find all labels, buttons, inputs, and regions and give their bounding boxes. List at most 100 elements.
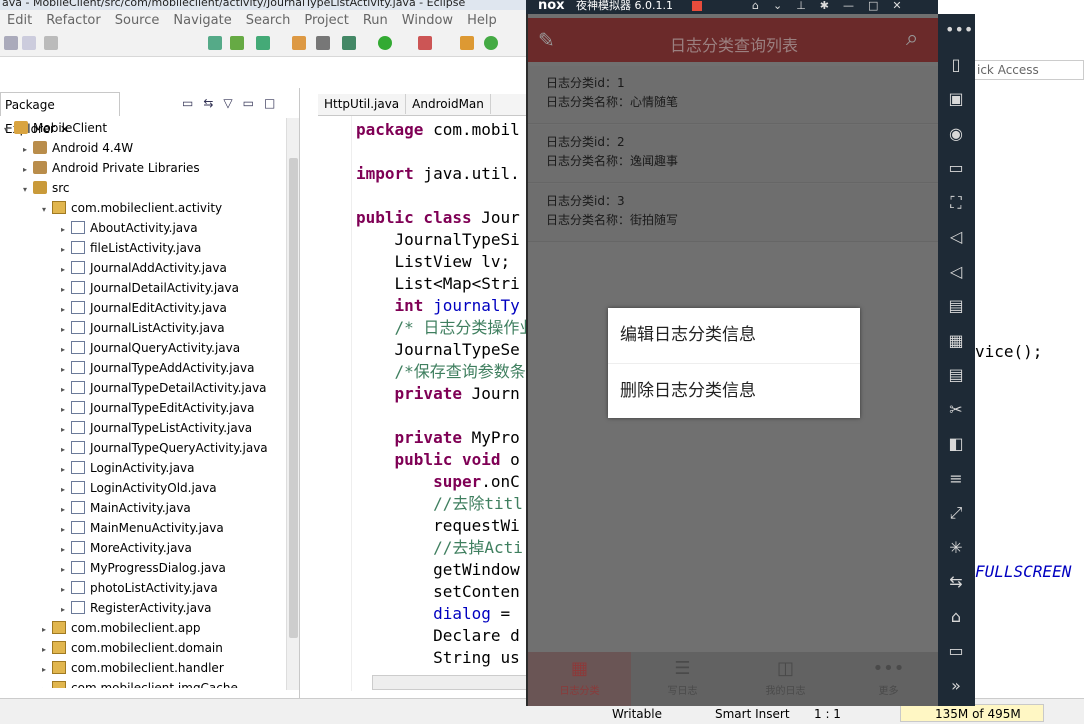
tree-item[interactable]: ▸ RegisterActivity.java <box>0 598 212 618</box>
sidebar-tool-icon[interactable]: ⇆ <box>945 572 967 592</box>
save-all-icon[interactable] <box>22 36 36 50</box>
expand-icon[interactable]: ▸ <box>61 480 71 500</box>
nav-item[interactable]: ◫ 我的日志 <box>734 652 837 706</box>
expand-icon[interactable]: ▸ <box>42 680 52 688</box>
tree-item[interactable]: ▸ fileListActivity.java <box>0 238 201 258</box>
expand-icon[interactable]: ▾ <box>4 120 14 140</box>
tree-item[interactable]: ▸ JournalDetailActivity.java <box>0 278 239 298</box>
sidebar-tool-icon[interactable]: ▤ <box>945 365 967 385</box>
expand-icon[interactable]: ▸ <box>42 640 52 660</box>
tree-item[interactable]: ▸ Android Private Libraries <box>0 158 200 178</box>
nav-item[interactable]: ▦ 日志分类 <box>528 652 631 706</box>
search-icon[interactable]: ⌕ <box>906 26 932 52</box>
external-tools-icon[interactable] <box>418 36 432 50</box>
tree-item[interactable]: ▸ JournalTypeAddActivity.java <box>0 358 254 378</box>
tree-item[interactable]: ▸ com.mobileclient.imgCache <box>0 678 238 688</box>
expand-icon[interactable]: ▾ <box>42 200 52 220</box>
tree-item[interactable]: ▸ JournalTypeEditActivity.java <box>0 398 254 418</box>
nav-item[interactable]: ••• 更多 <box>837 652 938 706</box>
tree-item[interactable]: ▾ src <box>0 178 70 198</box>
tree-item[interactable]: ▸ JournalTypeDetailActivity.java <box>0 378 267 398</box>
tree-item[interactable]: ▸ JournalTypeListActivity.java <box>0 418 252 438</box>
window-controls[interactable]: ⌂⌄⊥✱—□✕ <box>752 0 916 11</box>
nav-item[interactable]: ☰ 写日志 <box>631 652 734 706</box>
menu-edit[interactable]: Edit <box>7 13 32 28</box>
pen-icon[interactable] <box>316 36 330 50</box>
run-icon[interactable] <box>378 36 392 50</box>
sidebar-tool-icon[interactable]: ⤢ <box>945 503 967 523</box>
new-class-icon[interactable] <box>460 36 474 50</box>
tree-item[interactable]: ▸ JournalListActivity.java <box>0 318 225 338</box>
expand-icon[interactable]: ▸ <box>23 160 33 180</box>
android-sdk-icon[interactable] <box>230 36 244 50</box>
sidebar-tool-icon[interactable]: ≡ <box>945 469 967 489</box>
sidebar-tool-icon[interactable]: ◁ <box>945 262 967 282</box>
sidebar-tool-icon[interactable]: ⌂ <box>945 607 967 627</box>
expand-icon[interactable]: ▾ <box>23 180 33 200</box>
check-icon[interactable] <box>256 36 270 50</box>
tree-item[interactable]: ▸ com.mobileclient.app <box>0 618 201 638</box>
sidebar-tool-icon[interactable]: ⛶ <box>945 193 967 213</box>
tree-item[interactable]: ▸ MainMenuActivity.java <box>0 518 224 538</box>
collapse-all-icon[interactable]: ▭ <box>182 96 203 110</box>
close-icon[interactable]: ✕ <box>892 0 915 12</box>
menu-refactor[interactable]: Refactor <box>46 13 101 28</box>
tree-item[interactable]: ▸ JournalEditActivity.java <box>0 298 227 318</box>
wizard-icon[interactable] <box>292 36 306 50</box>
expand-icon[interactable]: ▸ <box>61 580 71 600</box>
sidebar-tool-icon[interactable]: ••• <box>945 20 973 40</box>
delete-type-option[interactable]: 删除日志分类信息 <box>608 363 860 418</box>
tree-item[interactable]: ▸ LoginActivityOld.java <box>0 478 217 498</box>
tree-item[interactable]: ▾ MobileClient <box>0 118 107 138</box>
tree-scrollbar[interactable] <box>286 118 299 690</box>
view-menu-icon[interactable]: ▽ <box>223 96 242 110</box>
link-editor-icon[interactable]: ⇆ <box>203 96 223 110</box>
expand-icon[interactable]: ▸ <box>61 560 71 580</box>
expand-icon[interactable]: ▸ <box>61 260 71 280</box>
debug-icon[interactable] <box>342 36 356 50</box>
expand-icon[interactable]: ▸ <box>61 240 71 260</box>
menu-run[interactable]: Run <box>363 13 388 28</box>
expand-icon[interactable]: ▸ <box>61 520 71 540</box>
list-item[interactable]: 日志分类id：1 日志分类名称：心情随笔 <box>528 66 938 124</box>
expand-icon[interactable]: ▸ <box>61 360 71 380</box>
list-item[interactable]: 日志分类id：3 日志分类名称：街拍随写 <box>528 184 938 242</box>
tree-item[interactable]: ▸ com.mobileclient.domain <box>0 638 223 658</box>
sidebar-tool-icon[interactable]: ✂ <box>945 400 967 420</box>
maximize-icon[interactable]: □ <box>264 96 285 110</box>
settings-icon[interactable]: ✱ <box>820 0 843 12</box>
tree-item[interactable]: ▸ MyProgressDialog.java <box>0 558 226 578</box>
tree-item[interactable]: ▸ MoreActivity.java <box>0 538 192 558</box>
sidebar-tool-icon[interactable]: » <box>945 676 967 696</box>
heap-status[interactable]: 135M of 495M <box>900 704 1044 722</box>
menu-project[interactable]: Project <box>304 13 348 28</box>
tree-item[interactable]: ▾ com.mobileclient.activity <box>0 198 222 218</box>
editor-tab[interactable]: HttpUtil.java <box>318 94 407 114</box>
expand-icon[interactable]: ▸ <box>61 600 71 620</box>
notification-badge[interactable] <box>692 1 702 11</box>
expand-icon[interactable]: ▸ <box>42 660 52 680</box>
sidebar-tool-icon[interactable]: ✳ <box>945 538 967 558</box>
quick-access-input[interactable]: ick Access <box>972 60 1084 80</box>
expand-icon[interactable]: ▸ <box>61 280 71 300</box>
tree-item[interactable]: ▸ JournalTypeQueryActivity.java <box>0 438 268 458</box>
editor-tab[interactable]: AndroidMan <box>406 94 491 114</box>
sidebar-tool-icon[interactable]: ◁ <box>945 227 967 247</box>
menu-search[interactable]: Search <box>246 13 291 28</box>
tree-item[interactable]: ▸ photoListActivity.java <box>0 578 218 598</box>
print-icon[interactable] <box>44 36 58 50</box>
expand-icon[interactable]: ▸ <box>61 460 71 480</box>
sidebar-tool-icon[interactable]: ▣ <box>945 89 967 109</box>
expand-icon[interactable]: ▸ <box>61 380 71 400</box>
expand-icon[interactable]: ▸ <box>61 340 71 360</box>
list-item[interactable]: 日志分类id：2 日志分类名称：逸闻趣事 <box>528 125 938 183</box>
sidebar-tool-icon[interactable]: ▯ <box>945 55 967 75</box>
save-icon[interactable] <box>4 36 18 50</box>
menu-help[interactable]: Help <box>467 13 497 28</box>
view-controls[interactable]: ▭⇆▽▭□ <box>182 96 285 110</box>
expand-icon[interactable]: ▸ <box>61 440 71 460</box>
sidebar-tool-icon[interactable]: ▭ <box>945 641 967 661</box>
expand-icon[interactable]: ▸ <box>61 500 71 520</box>
expand-icon[interactable]: ▸ <box>61 320 71 340</box>
maximize-icon[interactable]: □ <box>868 0 892 12</box>
